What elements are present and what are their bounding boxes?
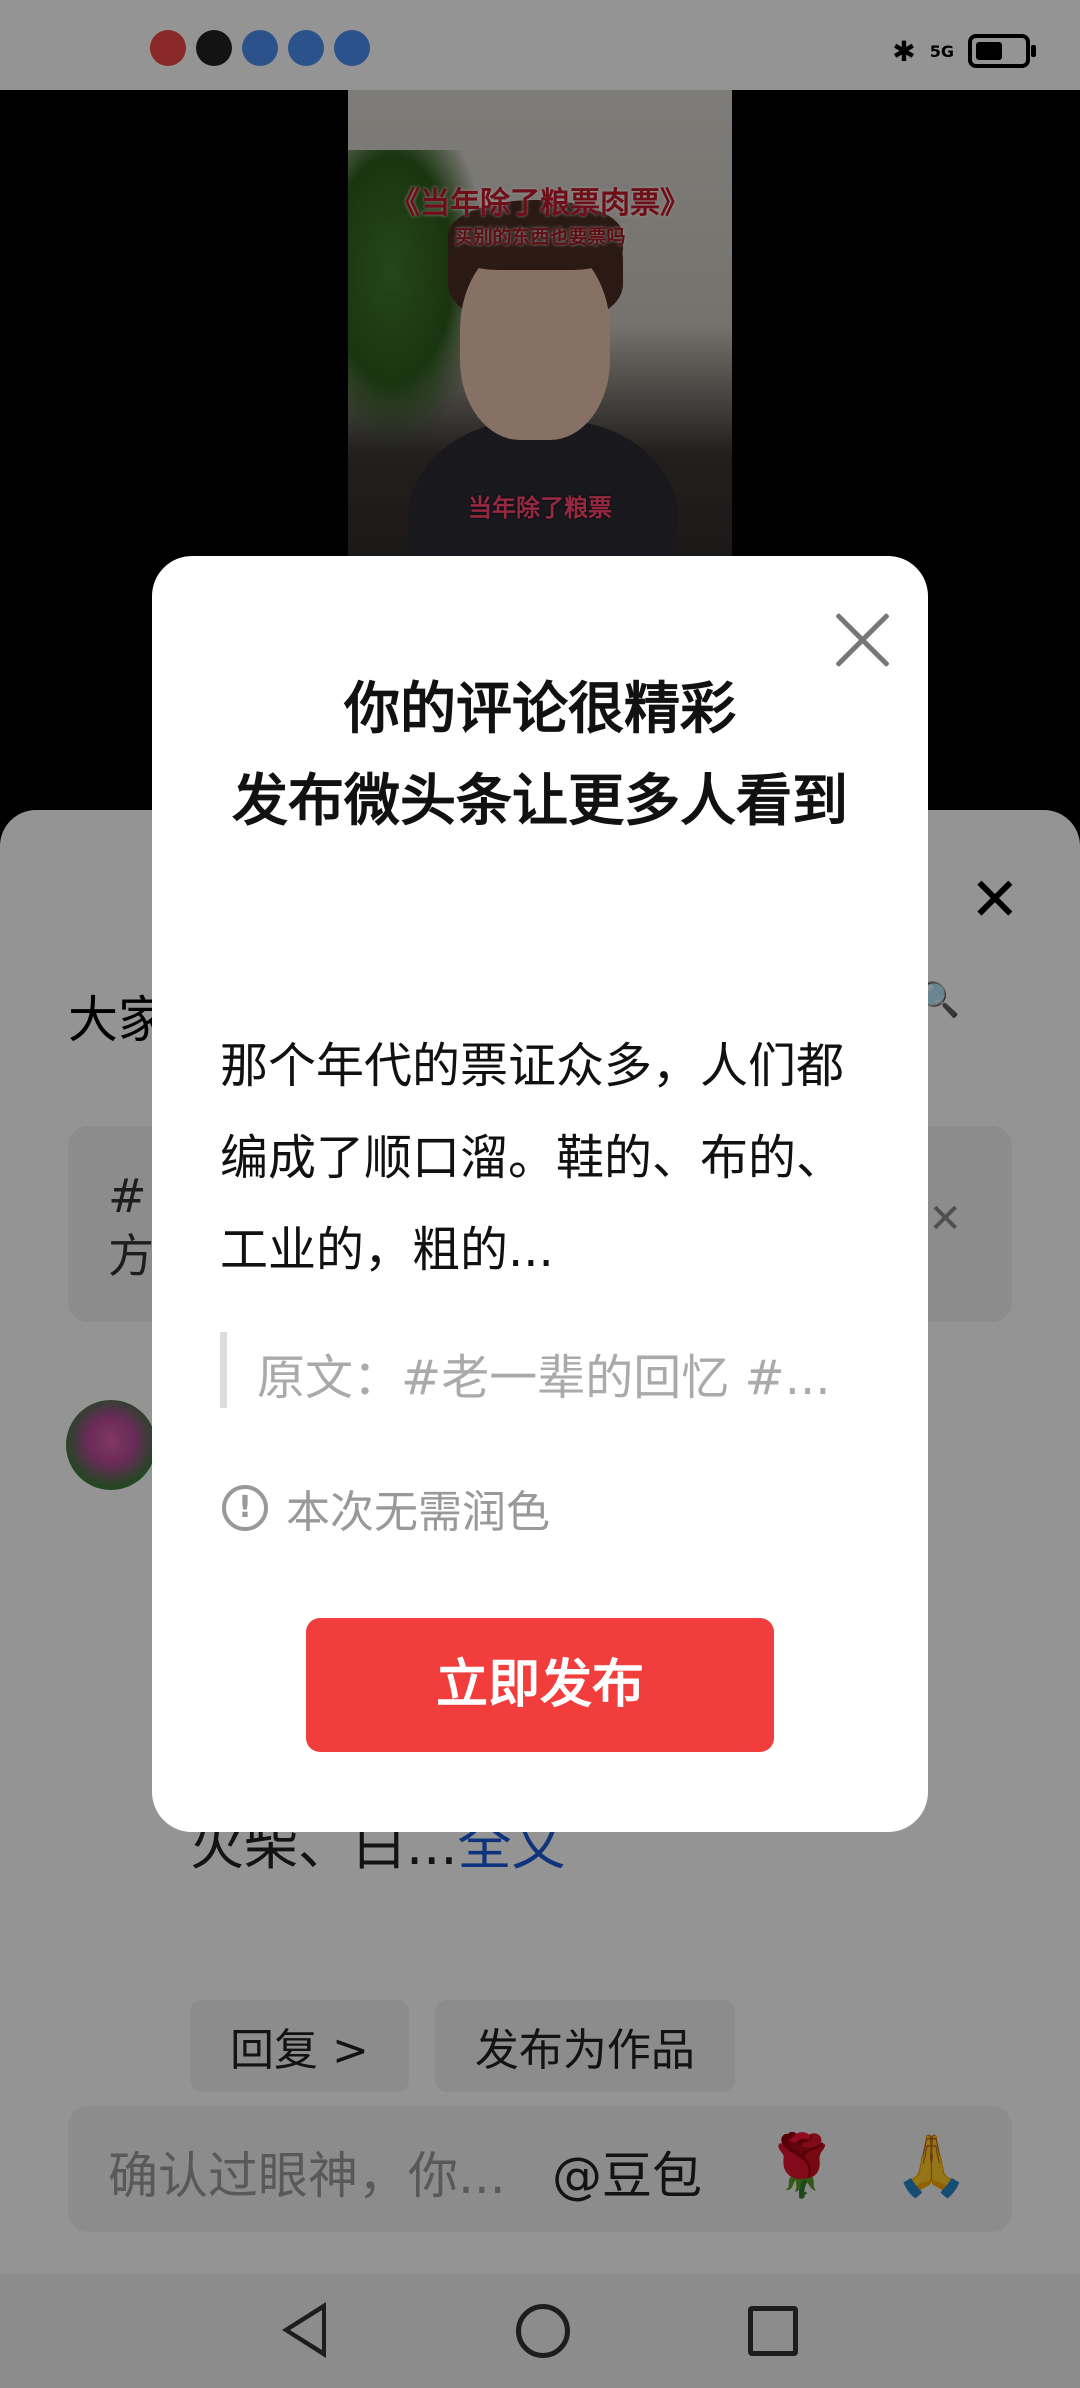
close-icon[interactable]	[832, 610, 892, 670]
polish-notice: ! 本次无需润色	[222, 1476, 550, 1540]
info-icon: !	[222, 1485, 268, 1531]
notice-text: 本次无需润色	[286, 1487, 550, 1538]
publish-dialog: 你的评论很精彩 发布微头条让更多人看到 那个年代的票证众多，人们都编成了顺口溜。…	[152, 556, 928, 1832]
original-quote: 原文：#老一辈的回忆 #...	[220, 1332, 867, 1408]
dialog-comment-content: 那个年代的票证众多，人们都编成了顺口溜。鞋的、布的、工业的，粗的...	[220, 1038, 845, 1278]
publish-now-button[interactable]: 立即发布	[306, 1618, 774, 1752]
dialog-title: 你的评论很精彩 发布微头条让更多人看到	[232, 677, 848, 834]
original-quote-text: 原文：#老一辈的回忆 #...	[257, 1350, 831, 1406]
